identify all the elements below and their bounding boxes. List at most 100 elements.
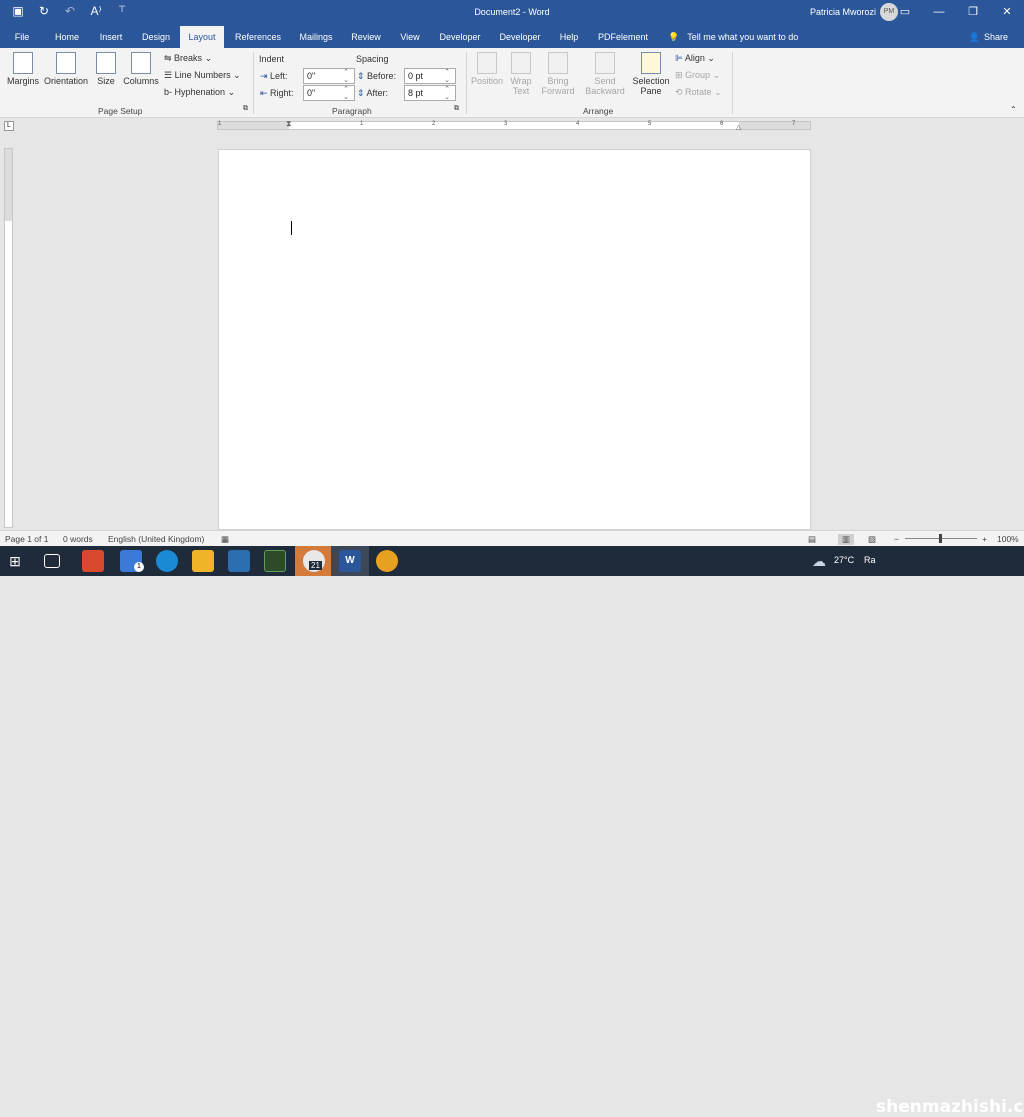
web-layout-icon[interactable]: ▧ [868,534,876,545]
size-label: Size [97,76,115,86]
word-icon[interactable]: W [339,550,361,572]
zoom-level[interactable]: 100% [997,534,1019,544]
store-icon[interactable] [82,550,104,572]
tab-pdfelement[interactable]: PDFelement [592,26,654,48]
rotate-button[interactable]: ⟲ Rotate ⌄ [675,87,722,98]
file-explorer-icon[interactable] [192,550,214,572]
zoom-slider-thumb[interactable] [939,534,942,543]
bring-forward-label-2: Forward [541,86,575,96]
position-button[interactable]: Position [470,52,504,86]
print-layout-icon[interactable]: ▥ [838,534,855,545]
weather-icon[interactable]: ☁ [812,553,826,570]
group-button[interactable]: ⊞ Group ⌄ [675,70,720,81]
tab-layout[interactable]: Layout [180,26,224,48]
send-backward-button[interactable]: Send Backward [580,52,630,96]
restore-icon[interactable]: ❐ [956,0,990,26]
right-indent-marker-icon[interactable]: △ [736,123,741,131]
tab-file[interactable]: File [6,26,38,48]
rotate-icon: ⟲ [675,87,686,97]
read-mode-icon[interactable]: ▤ [808,534,816,545]
tab-view[interactable]: View [392,26,428,48]
tab-developer[interactable]: Developer [434,26,486,48]
edge-icon[interactable] [156,550,178,572]
task-view-icon[interactable] [44,554,60,568]
size-button[interactable]: Size [94,52,118,86]
indent-left-input[interactable]: 0" [303,68,355,84]
columns-button[interactable]: Columns [122,52,160,86]
app-icon[interactable] [228,550,250,572]
send-backward-label-2: Backward [585,86,625,96]
breaks-label: Breaks [174,53,203,63]
tab-home[interactable]: Home [48,26,86,48]
windows-start-icon[interactable]: ⊞ [6,552,24,570]
user-name[interactable]: Patricia Mworozi [810,7,876,17]
ribbon-tabs: File Home Insert Design Layout Reference… [0,26,1024,48]
hyphenation-label: Hyphenation [174,87,226,97]
orientation-button[interactable]: Orientation [42,52,90,86]
paragraph-launcher-icon[interactable]: ⧉ [454,105,459,113]
watermark: shenmazhishi.com [876,1097,1024,1117]
tab-developer-2[interactable]: Developer [494,26,546,48]
align-button[interactable]: ⊫ Align ⌄ [675,53,715,64]
left-margin-zone [218,122,289,129]
document-page[interactable] [218,149,811,530]
tab-references[interactable]: References [230,26,286,48]
tab-design[interactable]: Design [136,26,176,48]
ruler-label: 1 [218,121,222,127]
zoom-in-button[interactable]: + [982,534,987,544]
indent-marker-icon[interactable]: ⧗ [286,119,292,129]
temperature[interactable]: 27°C [834,555,854,565]
indent-right-input[interactable]: 0" [303,85,355,101]
line-numbers-button[interactable]: ☰ Line Numbers ⌄ [164,70,241,81]
tell-me-box[interactable]: 💡 Tell me what you want to do [668,26,798,48]
collapse-ribbon-icon[interactable]: ⌃ [1010,105,1017,114]
margins-label: Margins [6,76,39,86]
close-icon[interactable]: ✕ [990,0,1024,26]
indent-left-label: ⇥ Left: [260,71,288,81]
word-count[interactable]: 0 words [63,534,93,544]
indent-right-label: ⇤ Right: [260,88,294,98]
group-label: Group [685,70,711,80]
hyphenation-button[interactable]: b- Hyphenation ⌄ [164,87,235,98]
page-count[interactable]: Page 1 of 1 [5,534,48,544]
margins-icon [13,52,33,74]
tab-selector[interactable]: L [4,121,14,131]
language-status[interactable]: English (United Kingdom) [108,534,204,544]
margins-button[interactable]: Margins [6,52,40,86]
minimize-icon[interactable]: — [922,0,956,26]
breaks-button[interactable]: ⇋ Breaks ⌄ [164,53,212,64]
indent-right-icon: ⇤ [260,88,271,98]
tab-review[interactable]: Review [346,26,386,48]
ribbon: Margins Orientation Size Columns ⇋ Break… [0,48,1024,118]
breaks-icon: ⇋ [164,53,175,63]
wrap-text-button[interactable]: Wrap Text [506,52,536,96]
position-icon [477,52,497,74]
line-numbers-label: Line Numbers [174,70,231,80]
spacing-before-input[interactable]: 0 pt [404,68,456,84]
tab-mailings[interactable]: Mailings [292,26,340,48]
send-backward-icon [595,52,615,74]
share-button[interactable]: 👤 Share [969,26,1008,48]
lightbulb-icon: 💡 [668,32,680,42]
ruler-label: 5 [648,121,652,127]
bring-forward-button[interactable]: Bring Forward [536,52,580,96]
macro-record-icon[interactable]: ▦ [221,534,229,545]
terminal-icon[interactable] [264,550,286,572]
ruler-label: 1 [360,121,364,127]
tab-insert[interactable]: Insert [92,26,130,48]
vertical-ruler[interactable] [4,148,13,528]
chrome-icon[interactable] [376,550,398,572]
orientation-icon [56,52,76,74]
page-setup-group-label: Page Setup [98,106,143,116]
tab-help[interactable]: Help [552,26,586,48]
page-setup-launcher-icon[interactable]: ⧉ [243,105,248,113]
zoom-out-button[interactable]: − [894,534,899,544]
ribbon-display-icon[interactable]: ▭ [888,0,922,26]
ruler-label: 7 [792,121,796,127]
ruler-label: 4 [576,121,580,127]
horizontal-ruler[interactable]: 1 1 2 3 4 5 6 7 ⧗ △ [217,119,811,131]
indent-heading: Indent [259,54,285,64]
selection-pane-button[interactable]: Selection Pane [630,52,672,96]
spacing-after-input[interactable]: 8 pt [404,85,456,101]
weather-text[interactable]: Ra [864,555,876,565]
